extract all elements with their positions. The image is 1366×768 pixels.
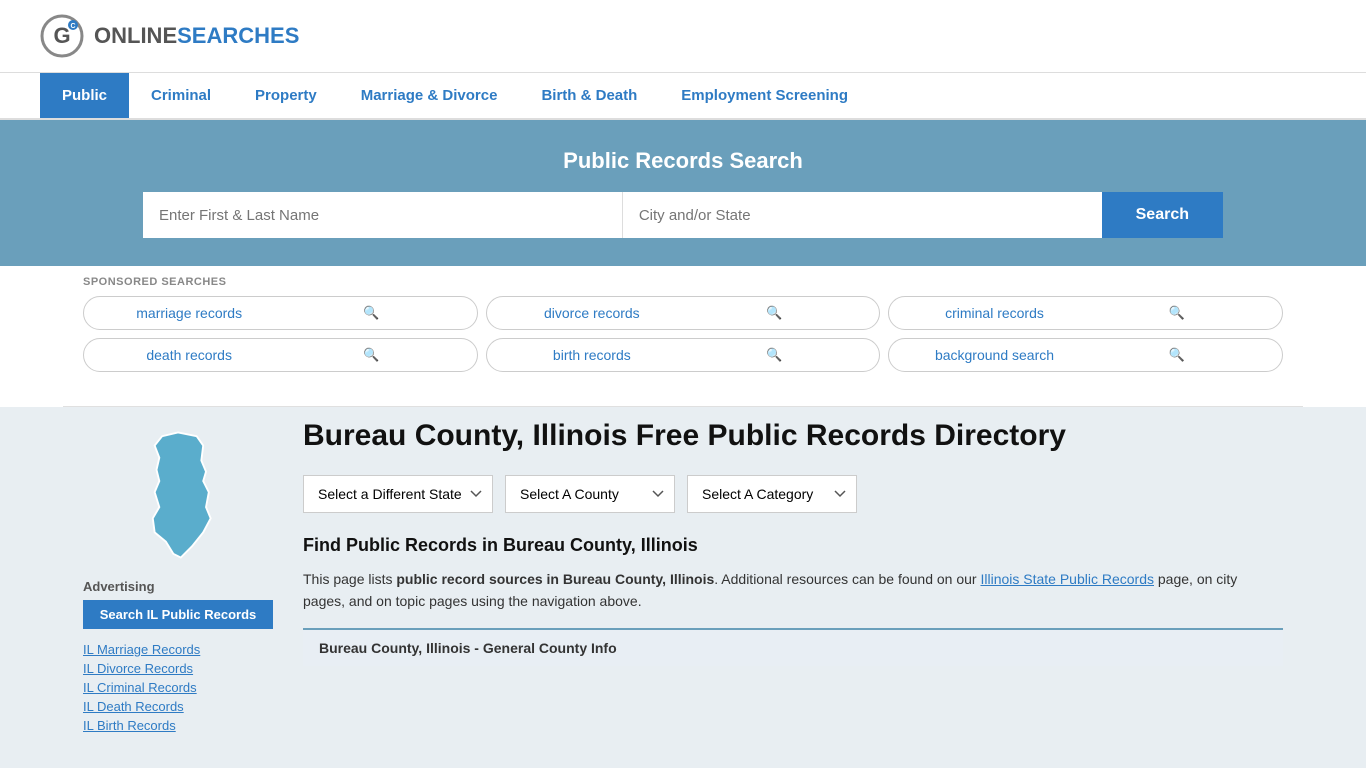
- sponsored-item-death[interactable]: death records 🔍: [83, 338, 478, 372]
- sidebar-link-birth[interactable]: IL Birth Records: [83, 717, 273, 733]
- sidebar-link-death[interactable]: IL Death Records: [83, 698, 273, 714]
- hero-title: Public Records Search: [40, 148, 1326, 174]
- sponsored-item-divorce[interactable]: divorce records 🔍: [486, 296, 881, 330]
- nav-item-criminal[interactable]: Criminal: [129, 73, 233, 118]
- nav-item-marriage[interactable]: Marriage & Divorce: [339, 73, 520, 118]
- county-select[interactable]: Select A County: [505, 475, 675, 513]
- location-input[interactable]: [623, 192, 1102, 238]
- sidebar-links: IL Marriage Records IL Divorce Records I…: [83, 641, 273, 733]
- nav-item-employment[interactable]: Employment Screening: [659, 73, 870, 118]
- sidebar: Advertising Search IL Public Records IL …: [83, 407, 283, 756]
- category-select[interactable]: Select A Category: [687, 475, 857, 513]
- page-title: Bureau County, Illinois Free Public Reco…: [303, 417, 1283, 455]
- sponsored-item-birth[interactable]: birth records 🔍: [486, 338, 881, 372]
- state-select[interactable]: Select a Different State: [303, 475, 493, 513]
- sponsored-grid: marriage records 🔍 divorce records 🔍 cri…: [83, 296, 1283, 372]
- logo[interactable]: G C ONLINESEARCHES: [40, 14, 299, 58]
- search-button[interactable]: Search: [1102, 192, 1223, 238]
- info-bar: Bureau County, Illinois - General County…: [303, 628, 1283, 666]
- logo-text: ONLINESEARCHES: [94, 23, 299, 49]
- main-content: Bureau County, Illinois Free Public Reco…: [283, 407, 1283, 756]
- sponsored-label: SPONSORED SEARCHES: [83, 276, 1283, 288]
- sidebar-link-criminal[interactable]: IL Criminal Records: [83, 679, 273, 695]
- search-icon-criminal: 🔍: [1086, 305, 1268, 321]
- search-icon-marriage: 🔍: [280, 305, 462, 321]
- search-icon-background: 🔍: [1086, 347, 1268, 363]
- hero-section: Public Records Search Search: [0, 120, 1366, 266]
- site-header: G C ONLINESEARCHES: [0, 0, 1366, 73]
- sponsored-section: SPONSORED SEARCHES marriage records 🔍 di…: [63, 266, 1303, 407]
- state-map: [83, 425, 273, 565]
- sidebar-link-divorce[interactable]: IL Divorce Records: [83, 660, 273, 676]
- sponsored-item-background[interactable]: background search 🔍: [888, 338, 1283, 372]
- sidebar-ad-button[interactable]: Search IL Public Records: [83, 600, 273, 629]
- description: This page lists public record sources in…: [303, 568, 1283, 613]
- illinois-map-svg: [123, 425, 233, 565]
- svg-text:G: G: [53, 23, 70, 48]
- logo-icon: G C: [40, 14, 84, 58]
- search-bar: Search: [143, 192, 1223, 238]
- search-icon-death: 🔍: [280, 347, 462, 363]
- sidebar-ad-title: Advertising: [83, 579, 273, 594]
- main-nav: Public Criminal Property Marriage & Divo…: [0, 73, 1366, 119]
- section-heading: Find Public Records in Bureau County, Il…: [303, 535, 1283, 556]
- nav-item-birth[interactable]: Birth & Death: [519, 73, 659, 118]
- sponsored-item-marriage[interactable]: marriage records 🔍: [83, 296, 478, 330]
- nav-item-property[interactable]: Property: [233, 73, 339, 118]
- svg-text:C: C: [70, 23, 75, 30]
- main-wrapper: Advertising Search IL Public Records IL …: [63, 407, 1303, 756]
- illinois-public-records-link[interactable]: Illinois State Public Records: [980, 571, 1154, 587]
- dropdowns-row: Select a Different State Select A County…: [303, 475, 1283, 513]
- sponsored-item-criminal[interactable]: criminal records 🔍: [888, 296, 1283, 330]
- search-icon-divorce: 🔍: [683, 305, 865, 321]
- name-input[interactable]: [143, 192, 623, 238]
- sidebar-link-marriage[interactable]: IL Marriage Records: [83, 641, 273, 657]
- nav-item-public[interactable]: Public: [40, 73, 129, 118]
- search-icon-birth: 🔍: [683, 347, 865, 363]
